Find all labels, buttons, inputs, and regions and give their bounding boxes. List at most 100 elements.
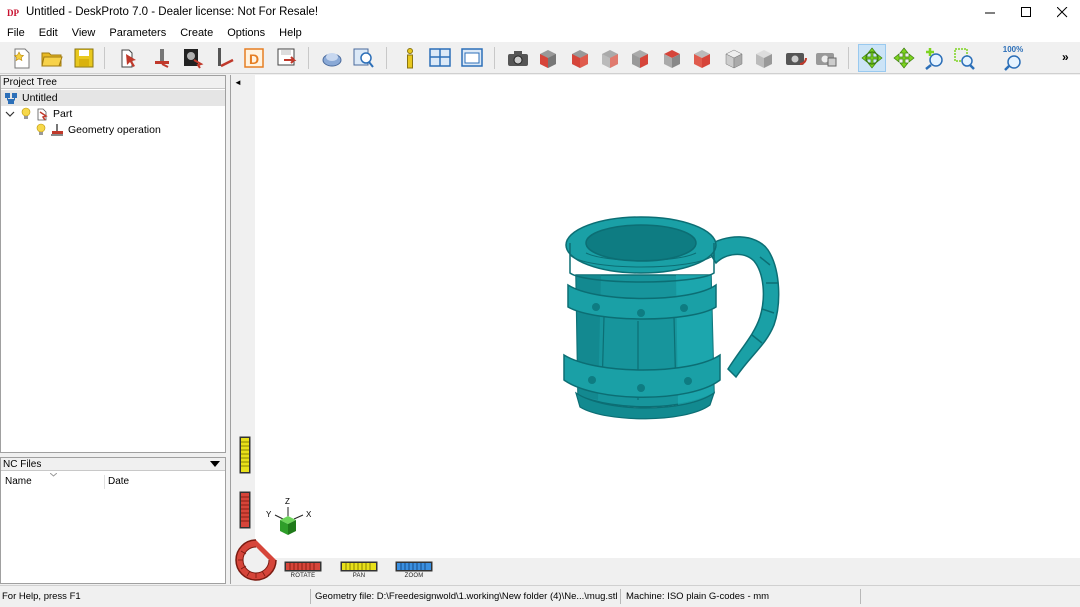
- pan-slider-control[interactable]: PAN: [340, 561, 378, 579]
- axis-y-label: Y: [266, 510, 272, 519]
- 3d-viewport[interactable]: ◄ ROTATE PAN ZOOM Z Y X: [230, 75, 1080, 584]
- view-right-button[interactable]: [566, 44, 594, 72]
- status-geometry-file: Geometry file: D:\Freedesignwold\1.worki…: [315, 591, 618, 602]
- tree-root-untitled[interactable]: Untitled: [1, 90, 225, 106]
- operation-parameters-button[interactable]: [148, 44, 176, 72]
- nc-files-header[interactable]: NC Files: [1, 458, 225, 471]
- menu-options[interactable]: Options: [220, 24, 272, 42]
- zoom-slider-icon: [395, 561, 433, 572]
- camera-view-button[interactable]: [504, 44, 532, 72]
- status-help: For Help, press F1: [2, 591, 81, 602]
- tree-root-label: Untitled: [22, 92, 58, 104]
- zoom-100-button[interactable]: 100%: [998, 44, 1028, 72]
- cube-bottom-icon: [694, 50, 710, 68]
- view-window-icon: [461, 48, 483, 67]
- part-icon: [37, 108, 48, 121]
- rotate-label: ROTATE: [290, 573, 316, 579]
- tree-operation-label: Geometry operation: [68, 124, 161, 136]
- tree-item-part[interactable]: Part: [1, 106, 72, 122]
- minimize-icon: [984, 12, 995, 13]
- view-left-button[interactable]: [626, 44, 654, 72]
- toolbar-overflow-button[interactable]: »: [1062, 50, 1069, 64]
- snapshot-button[interactable]: [812, 44, 840, 72]
- app-icon: DP: [6, 5, 20, 19]
- menu-create[interactable]: Create: [173, 24, 220, 42]
- operation-params-icon: [155, 49, 169, 68]
- menu-parameters[interactable]: Parameters: [102, 24, 173, 42]
- axis-triad: Z Y X: [266, 497, 312, 535]
- view-iso-shaded-button[interactable]: [720, 44, 748, 72]
- info-button[interactable]: [396, 44, 424, 72]
- tree-item-geometry-operation[interactable]: Geometry operation: [1, 122, 161, 138]
- column-date-header[interactable]: Date: [108, 475, 129, 489]
- deskproto-window: DP Untitled - DeskProto 7.0 - Dealer lic…: [0, 0, 1080, 607]
- zoom-plus-icon: [925, 48, 943, 70]
- zoom-slider-control[interactable]: ZOOM: [395, 561, 433, 579]
- vertical-pan-slider[interactable]: [239, 436, 251, 474]
- maximize-icon: [1020, 6, 1031, 17]
- open-project-button[interactable]: [38, 44, 66, 72]
- split-view-button[interactable]: [426, 44, 454, 72]
- cube-grey-icon: [756, 50, 772, 68]
- view-parameters-button[interactable]: [318, 44, 346, 72]
- save-geometry-button[interactable]: [272, 44, 300, 72]
- pan-slider-icon: [340, 561, 378, 572]
- vector-parameters-button[interactable]: [210, 44, 238, 72]
- menu-help[interactable]: Help: [272, 24, 309, 42]
- lightbulb-icon[interactable]: [36, 123, 46, 137]
- zoom-window-icon: [954, 48, 975, 70]
- info-icon: [407, 48, 413, 69]
- drill-parameters-button[interactable]: D: [240, 44, 268, 72]
- viewport-left-controls: ◄: [231, 75, 255, 584]
- mug-3d-model[interactable]: [556, 205, 816, 445]
- split-view-icon: [429, 48, 451, 67]
- window-title: Untitled - DeskProto 7.0 - Dealer licens…: [26, 6, 319, 18]
- rotate-slider-icon: [284, 561, 322, 572]
- camera-copy-icon: [816, 53, 837, 67]
- view-iso-grey-button[interactable]: [750, 44, 778, 72]
- maximize-button[interactable]: [1008, 0, 1044, 24]
- view-zoom-parameters-button[interactable]: [350, 44, 378, 72]
- status-bar: For Help, press F1 Geometry file: D:\Fre…: [0, 585, 1080, 607]
- minimize-button[interactable]: [972, 0, 1008, 24]
- menu-view[interactable]: View: [65, 24, 103, 42]
- part-parameters-button[interactable]: [116, 44, 144, 72]
- menu-file[interactable]: File: [0, 24, 32, 42]
- view-window-button[interactable]: [458, 44, 486, 72]
- view-back-button[interactable]: [596, 44, 624, 72]
- menu-edit[interactable]: Edit: [32, 24, 65, 42]
- chevron-down-icon[interactable]: [5, 109, 15, 119]
- image-parameters-button[interactable]: [178, 44, 206, 72]
- view-top-button[interactable]: [658, 44, 686, 72]
- project-tree-panel: Project Tree Untitled Part Geometry oper…: [0, 75, 226, 453]
- sort-indicator-icon: [50, 473, 57, 477]
- view-bottom-button[interactable]: [688, 44, 716, 72]
- zoom-window-button[interactable]: [950, 44, 978, 72]
- axis-x-label: X: [306, 510, 312, 519]
- dropdown-arrow-icon[interactable]: [210, 461, 220, 467]
- cube-left-icon: [632, 50, 648, 68]
- rotate-slider-control[interactable]: ROTATE: [284, 561, 322, 579]
- svg-text:D: D: [249, 51, 259, 67]
- zoom-100-icon: [1004, 55, 1021, 71]
- d-params-icon: D: [244, 48, 264, 68]
- rotate-mode-button[interactable]: [858, 44, 886, 72]
- cube-back-icon: [602, 50, 618, 68]
- save-geometry-icon: [277, 48, 297, 66]
- collapse-panel-arrow[interactable]: ◄: [234, 78, 242, 87]
- lightbulb-icon[interactable]: [21, 107, 31, 121]
- snapshot-rotate-button[interactable]: [782, 44, 810, 72]
- view-front-button[interactable]: [534, 44, 562, 72]
- column-name-header[interactable]: Name: [5, 475, 32, 489]
- image-params-icon: [184, 49, 204, 69]
- close-button[interactable]: [1044, 0, 1080, 24]
- save-project-button[interactable]: [70, 44, 98, 72]
- zoom-mode-button[interactable]: [920, 44, 948, 72]
- zoom-label: ZOOM: [404, 573, 424, 579]
- pan-mode-button[interactable]: [890, 44, 918, 72]
- cube-iso-icon: [725, 49, 743, 69]
- save-disk-icon: [74, 48, 94, 68]
- vertical-rotate-slider[interactable]: [239, 491, 251, 529]
- new-project-button[interactable]: [8, 44, 36, 72]
- operation-icon: [51, 124, 63, 136]
